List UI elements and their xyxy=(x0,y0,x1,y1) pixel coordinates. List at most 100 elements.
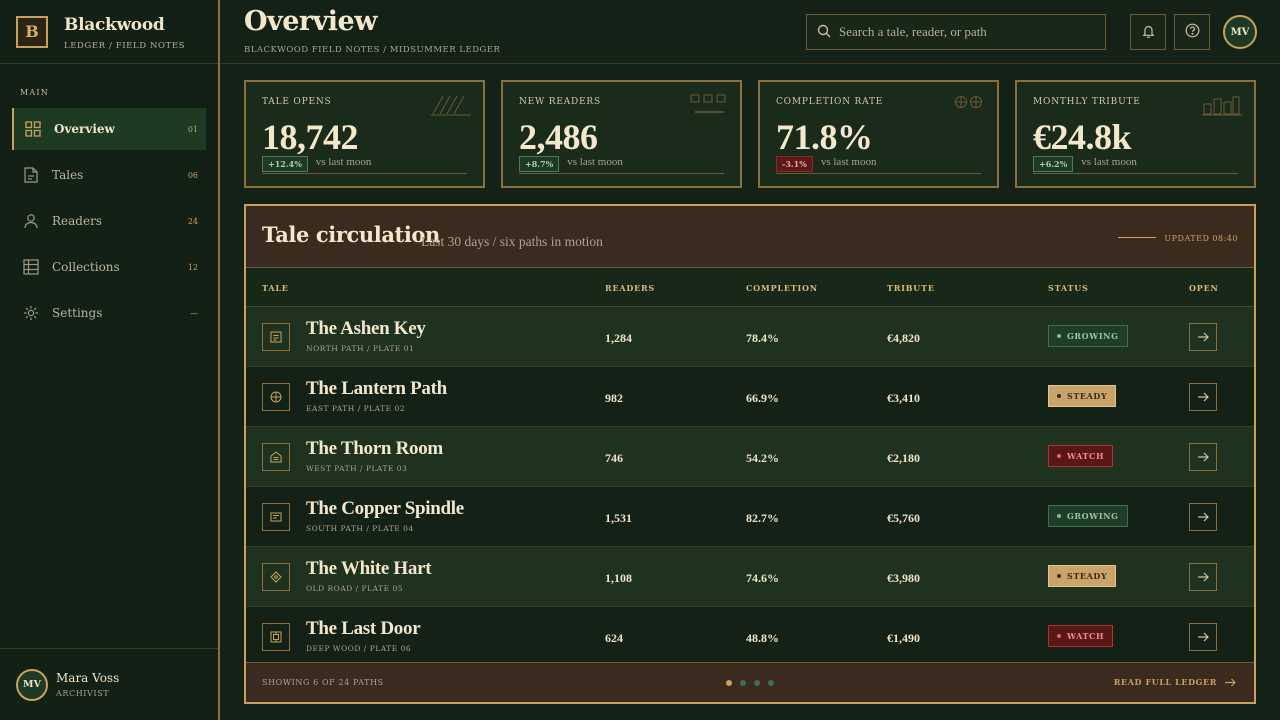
breadcrumb: BLACKWOOD FIELD NOTES / MIDSUMMER LEDGER xyxy=(244,45,501,55)
sidebar-nav: Overview 01 Tales 06 Readers 24 Collecti… xyxy=(12,108,206,338)
search-input[interactable] xyxy=(839,24,1089,40)
kpi-card-monthly-tribute: MONTHLY TRIBUTE €24.8k +6.2% vs last moo… xyxy=(1015,80,1256,188)
sidebar-item-count: 24 xyxy=(187,216,198,226)
table-row[interactable]: The Copper Spindle SOUTH PATH / PLATE 04… xyxy=(246,487,1254,547)
arrow-right-icon xyxy=(1225,678,1236,686)
brand-logo: B xyxy=(16,15,48,48)
open-button[interactable] xyxy=(1189,623,1217,651)
sidebar-item-readers[interactable]: Readers 24 xyxy=(12,200,206,242)
document-icon xyxy=(22,166,40,184)
open-button[interactable] xyxy=(1189,443,1217,471)
tale-name[interactable]: The Copper Spindle xyxy=(306,498,464,520)
tale-name[interactable]: The Thorn Room xyxy=(306,438,443,460)
house-icon xyxy=(262,443,290,471)
arrow-right-icon xyxy=(1198,512,1209,522)
bell-icon xyxy=(1141,23,1155,42)
updated-time: UPDATED 08:40 xyxy=(1164,234,1238,243)
column-header-status[interactable]: STATUS xyxy=(1048,283,1089,293)
page-dot[interactable] xyxy=(726,680,732,686)
diamond-icon xyxy=(262,563,290,591)
open-button[interactable] xyxy=(1189,383,1217,411)
column-header-readers[interactable]: READERS xyxy=(605,283,655,293)
search-bar[interactable] xyxy=(806,14,1106,50)
column-header-open: OPEN xyxy=(1189,283,1219,293)
panel-footer: SHOWING 6 OF 24 PATHS READ FULL LEDGER xyxy=(246,662,1254,702)
table-row[interactable]: The White Hart OLD ROAD / PLATE 05 1,108… xyxy=(246,547,1254,607)
gear-icon xyxy=(22,304,40,322)
kpi-value: 18,742 xyxy=(262,117,359,157)
list-icon xyxy=(262,503,290,531)
readers-cell: 1,108 xyxy=(605,571,632,585)
column-header-completion[interactable]: COMPLETION xyxy=(746,283,818,293)
kpi-delta: +12.4% xyxy=(262,156,308,172)
bars-icon xyxy=(1202,94,1242,120)
column-header-tribute[interactable]: TRIBUTE xyxy=(887,283,935,293)
table-row[interactable]: The Lantern Path EAST PATH / PLATE 02 98… xyxy=(246,367,1254,427)
sidebar-item-count: 01 xyxy=(187,124,198,134)
sidebar-item-overview[interactable]: Overview 01 xyxy=(12,108,206,150)
tribute-cell: €5,760 xyxy=(887,511,920,525)
table-icon xyxy=(22,258,40,276)
sidebar-item-label: Settings xyxy=(52,306,103,320)
tale-name[interactable]: The White Hart xyxy=(306,558,432,580)
kpi-note: vs last moon xyxy=(820,156,877,168)
brand-subtitle: LEDGER / FIELD NOTES xyxy=(64,40,186,51)
tribute-cell: €3,980 xyxy=(887,571,920,585)
arrow-right-icon xyxy=(1198,452,1209,462)
tribute-cell: €4,820 xyxy=(887,331,920,345)
tribute-cell: €3,410 xyxy=(887,391,920,405)
readers-cell: 624 xyxy=(605,631,623,645)
notifications-button[interactable] xyxy=(1130,14,1166,50)
sidebar-item-tales[interactable]: Tales 06 xyxy=(12,154,206,196)
kpi-label: NEW READERS xyxy=(519,97,601,107)
kpi-note: vs last moon xyxy=(567,156,623,168)
completion-cell: 78.4% xyxy=(746,331,779,345)
user-icon xyxy=(22,212,40,230)
readers-cell: 1,531 xyxy=(605,511,632,525)
door-icon xyxy=(262,623,290,651)
account-avatar[interactable]: MV xyxy=(1223,15,1257,49)
tale-path: SOUTH PATH / PLATE 04 xyxy=(306,524,414,533)
sidebar-item-settings[interactable]: Settings — xyxy=(12,292,206,334)
kpi-label: COMPLETION RATE xyxy=(776,97,884,107)
table-row[interactable]: The Ashen Key NORTH PATH / PLATE 01 1,28… xyxy=(246,307,1254,367)
sidebar-item-label: Readers xyxy=(52,214,102,228)
readers-cell: 746 xyxy=(605,451,623,465)
page-dot[interactable] xyxy=(768,680,774,686)
compass-icon xyxy=(262,383,290,411)
page-dot[interactable] xyxy=(740,680,746,686)
page-icon xyxy=(262,323,290,351)
open-button[interactable] xyxy=(1189,503,1217,531)
search-icon xyxy=(817,23,831,42)
kpi-label: MONTHLY TRIBUTE xyxy=(1033,97,1141,107)
column-header-tale[interactable]: TALE xyxy=(262,283,289,293)
tale-name[interactable]: The Lantern Path xyxy=(306,378,447,400)
tribute-cell: €2,180 xyxy=(887,451,920,465)
user-name: Mara Voss xyxy=(56,671,120,685)
arrow-right-icon xyxy=(1198,392,1209,402)
brand[interactable]: B Blackwood LEDGER / FIELD NOTES xyxy=(0,0,218,64)
tale-path: EAST PATH / PLATE 02 xyxy=(306,404,406,413)
sidebar-item-collections[interactable]: Collections 12 xyxy=(12,246,206,288)
user-profile[interactable]: MV Mara Voss ARCHIVIST xyxy=(0,648,218,720)
help-button[interactable] xyxy=(1174,14,1210,50)
read-full-ledger-label: READ FULL LEDGER xyxy=(1113,677,1217,687)
kpi-card-new-readers: NEW READERS 2,486 +8.7% vs last moon xyxy=(501,80,742,188)
page-title: Overview xyxy=(244,6,377,37)
kpi-card-tale-opens: TALE OPENS 18,742 +12.4% vs last moon xyxy=(244,80,485,188)
kpi-note: vs last moon xyxy=(315,156,372,168)
tale-name[interactable]: The Last Door xyxy=(306,618,421,640)
table-row[interactable]: The Thorn Room WEST PATH / PLATE 03 746 … xyxy=(246,427,1254,487)
table-row[interactable]: The Last Door DEEP WOOD / PLATE 06 624 4… xyxy=(246,607,1254,667)
crosshair-icon xyxy=(953,94,985,114)
completion-cell: 66.9% xyxy=(746,391,779,405)
kpi-card-completion-rate: COMPLETION RATE 71.8% -3.1% vs last moon xyxy=(758,80,999,188)
open-button[interactable] xyxy=(1189,323,1217,351)
tale-name[interactable]: The Ashen Key xyxy=(306,318,426,340)
page-dot[interactable] xyxy=(754,680,760,686)
status-badge: WATCH xyxy=(1048,445,1114,467)
pagination-dots xyxy=(726,680,782,686)
open-button[interactable] xyxy=(1189,563,1217,591)
read-full-ledger-link[interactable]: READ FULL LEDGER xyxy=(1114,677,1236,687)
avatar: MV xyxy=(16,668,48,701)
